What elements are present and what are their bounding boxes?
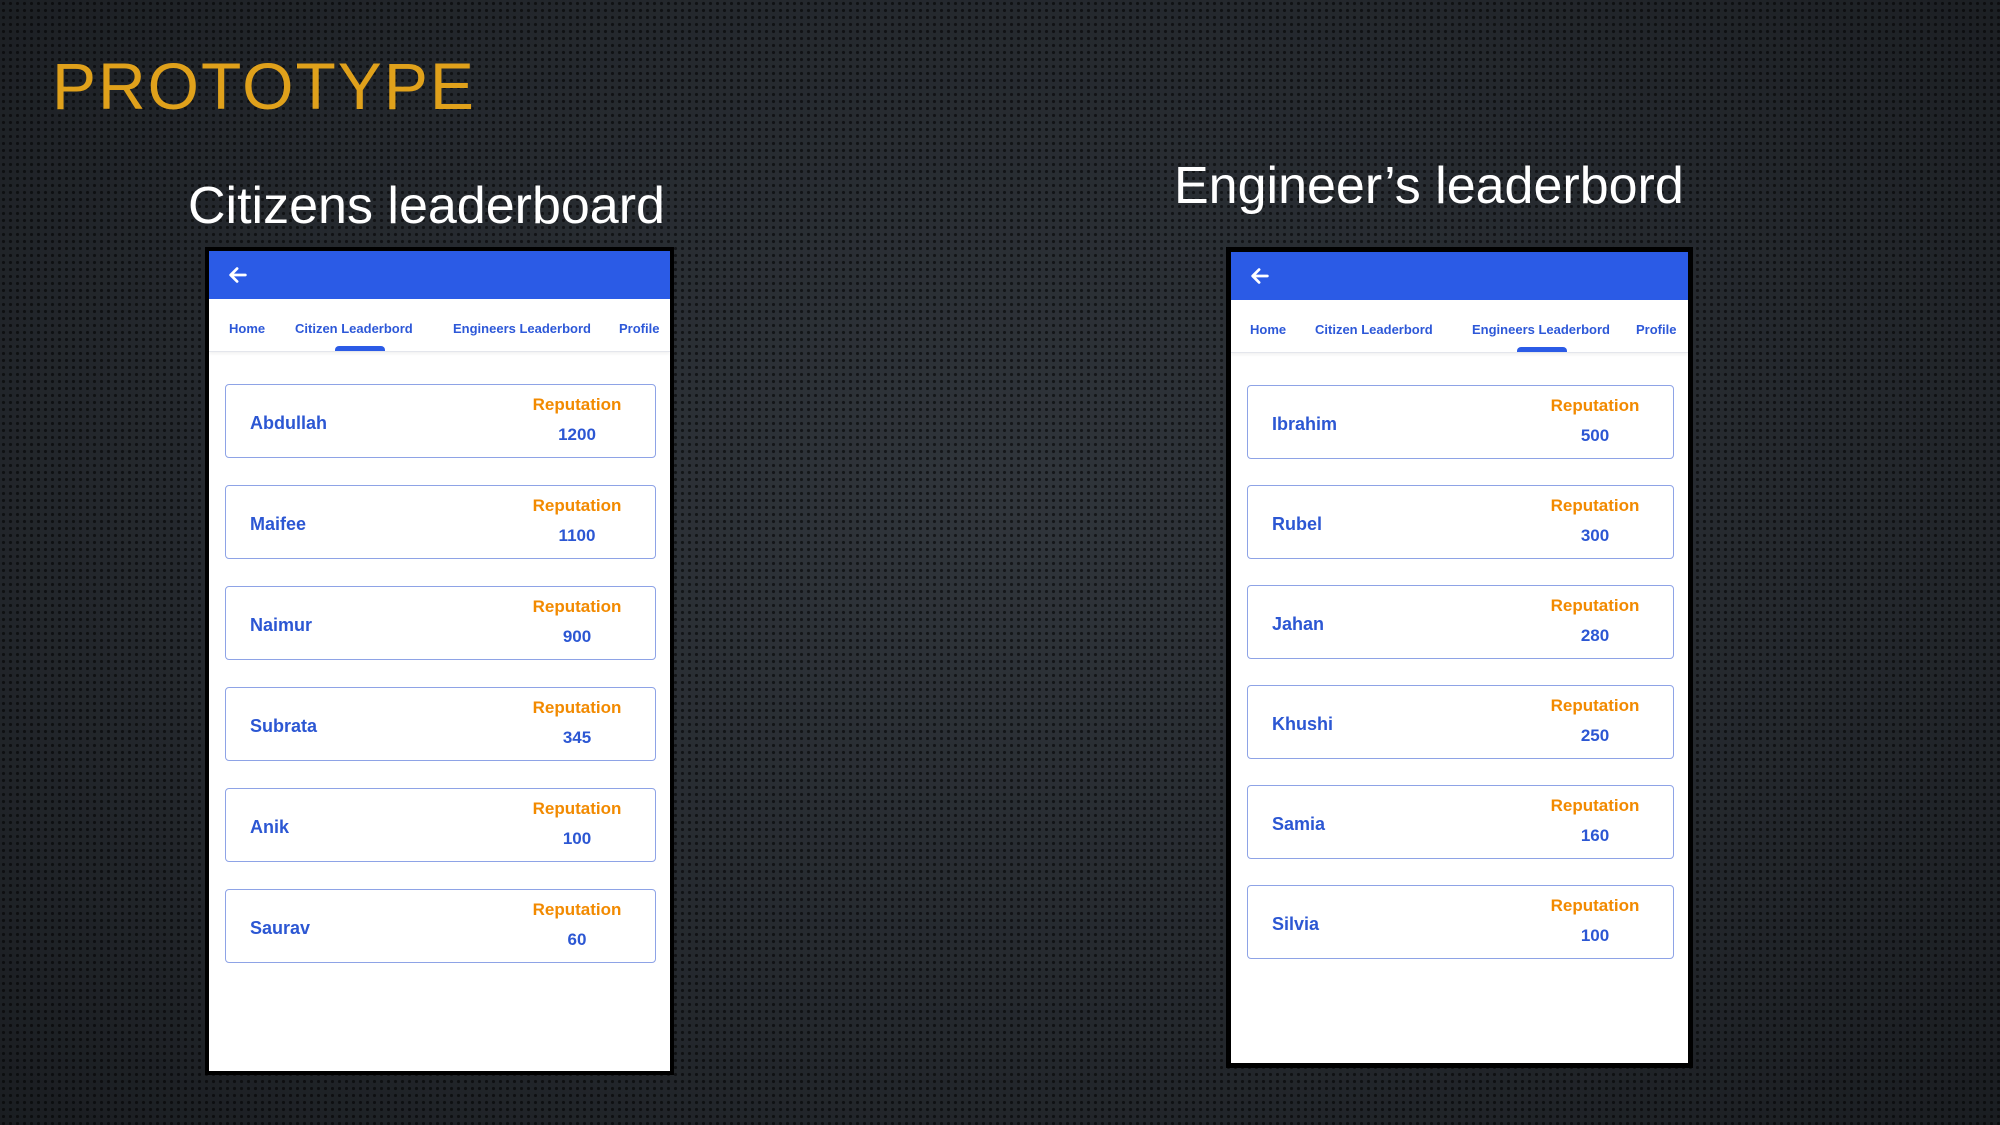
entry-name: Silvia: [1272, 914, 1320, 934]
citizens-phone-mockup: Home Citizen Leaderbord Engineers Leader…: [205, 247, 674, 1075]
reputation-value: 100: [562, 829, 592, 848]
list-item[interactable]: Rubel Reputation 300: [1247, 485, 1674, 559]
reputation-block: Reputation 900: [517, 597, 637, 647]
tab-profile[interactable]: Profile: [1636, 322, 1676, 337]
list-item[interactable]: Ibrahim Reputation 500: [1247, 385, 1674, 459]
entry-name: Anik: [250, 817, 290, 837]
list-item[interactable]: Subrata Reputation 345: [225, 687, 656, 761]
list-item[interactable]: Jahan Reputation 280: [1247, 585, 1674, 659]
list-item[interactable]: Maifee Reputation 1100: [225, 485, 656, 559]
entry-name: Abdullah: [250, 413, 327, 433]
entry-name: Subrata: [250, 716, 318, 736]
list-item[interactable]: Silvia Reputation 100: [1247, 885, 1674, 959]
reputation-label: Reputation: [1550, 696, 1640, 715]
entry-name: Khushi: [1272, 714, 1333, 734]
citizens-leaderboard-list: Abdullah Reputation 1200 Maifee Reputati…: [225, 384, 656, 990]
tab-home[interactable]: Home: [229, 321, 265, 336]
reputation-value: 1100: [558, 526, 596, 545]
reputation-label: Reputation: [1550, 596, 1640, 615]
tab-bar: Home Citizen Leaderbord Engineers Leader…: [209, 299, 670, 352]
reputation-label: Reputation: [1550, 896, 1640, 915]
reputation-label: Reputation: [1550, 496, 1640, 515]
list-item[interactable]: Abdullah Reputation 1200: [225, 384, 656, 458]
reputation-block: Reputation 160: [1535, 796, 1655, 846]
list-item[interactable]: Naimur Reputation 900: [225, 586, 656, 660]
reputation-value: 280: [1580, 626, 1610, 645]
reputation-value: 345: [562, 728, 592, 747]
list-item[interactable]: Anik Reputation 100: [225, 788, 656, 862]
tab-citizen-leaderboard[interactable]: Citizen Leaderbord: [295, 321, 413, 336]
reputation-block: Reputation 300: [1535, 496, 1655, 546]
entry-name: Jahan: [1272, 614, 1325, 634]
tab-engineers-leaderboard[interactable]: Engineers Leaderbord: [453, 321, 591, 336]
tab-engineers-leaderboard[interactable]: Engineers Leaderbord: [1472, 322, 1610, 337]
slide-title: PROTOTYPE: [52, 49, 476, 123]
reputation-label: Reputation: [532, 799, 622, 818]
reputation-block: Reputation 100: [1535, 896, 1655, 946]
list-item[interactable]: Samia Reputation 160: [1247, 785, 1674, 859]
reputation-block: Reputation 1100: [517, 496, 637, 546]
arrow-left-icon[interactable]: [227, 264, 249, 286]
active-tab-indicator: [335, 346, 385, 351]
reputation-block: Reputation 1200: [517, 395, 637, 445]
reputation-block: Reputation 60: [517, 900, 637, 950]
reputation-block: Reputation 500: [1535, 396, 1655, 446]
reputation-value: 60: [567, 930, 587, 949]
reputation-label: Reputation: [532, 900, 622, 919]
reputation-value: 250: [1580, 726, 1610, 745]
reputation-label: Reputation: [532, 496, 622, 515]
reputation-value: 160: [1580, 826, 1610, 845]
entry-name: Rubel: [1272, 514, 1323, 534]
app-bar: [1231, 252, 1688, 300]
reputation-value: 900: [562, 627, 592, 646]
tab-home[interactable]: Home: [1250, 322, 1286, 337]
entry-name: Ibrahim: [1272, 414, 1338, 434]
reputation-block: Reputation 345: [517, 698, 637, 748]
reputation-label: Reputation: [1550, 796, 1640, 815]
reputation-label: Reputation: [532, 597, 622, 616]
reputation-value: 300: [1580, 526, 1610, 545]
list-item[interactable]: Saurav Reputation 60: [225, 889, 656, 963]
entry-name: Naimur: [250, 615, 313, 635]
citizens-caption: Citizens leaderboard: [188, 177, 665, 235]
reputation-value: 500: [1580, 426, 1610, 445]
active-tab-indicator: [1517, 347, 1567, 352]
reputation-value: 100: [1580, 926, 1610, 945]
reputation-label: Reputation: [532, 395, 622, 414]
engineers-leaderboard-list: Ibrahim Reputation 500 Rubel Reputation …: [1247, 385, 1674, 985]
reputation-label: Reputation: [532, 698, 622, 717]
entry-name: Saurav: [250, 918, 311, 938]
reputation-block: Reputation 100: [517, 799, 637, 849]
entry-name: Samia: [1272, 814, 1326, 834]
entry-name: Maifee: [250, 514, 307, 534]
tab-bar: Home Citizen Leaderbord Engineers Leader…: [1231, 300, 1688, 353]
reputation-block: Reputation 250: [1535, 696, 1655, 746]
reputation-value: 1200: [558, 425, 596, 444]
engineers-caption: Engineer’s leaderbord: [1174, 157, 1684, 215]
reputation-label: Reputation: [1550, 396, 1640, 415]
tab-citizen-leaderboard[interactable]: Citizen Leaderbord: [1315, 322, 1433, 337]
arrow-left-icon[interactable]: [1249, 265, 1271, 287]
reputation-block: Reputation 280: [1535, 596, 1655, 646]
list-item[interactable]: Khushi Reputation 250: [1247, 685, 1674, 759]
app-bar: [209, 251, 670, 299]
tab-profile[interactable]: Profile: [619, 321, 659, 336]
engineers-phone-mockup: Home Citizen Leaderbord Engineers Leader…: [1226, 247, 1693, 1068]
